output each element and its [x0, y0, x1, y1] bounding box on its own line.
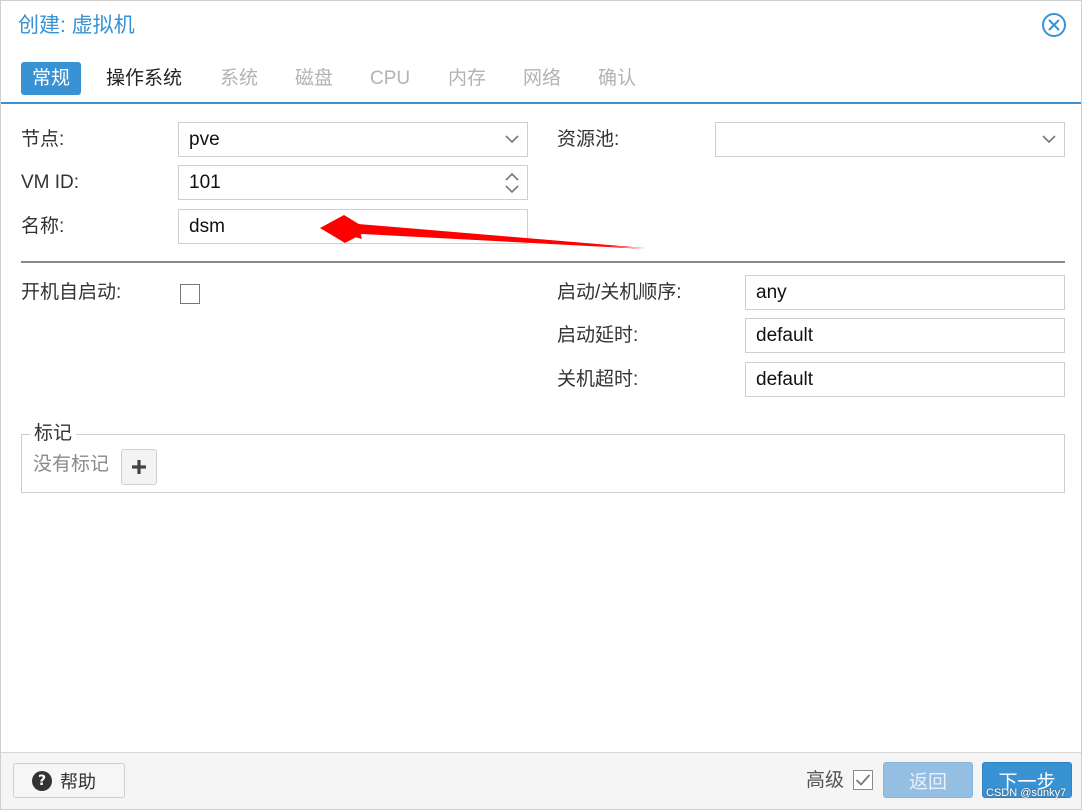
- chevron-down-icon[interactable]: [505, 123, 519, 156]
- name-input[interactable]: dsm: [178, 209, 528, 244]
- onboot-label: 开机自启动:: [21, 282, 122, 303]
- shutdown-timeout-value: default: [756, 369, 814, 390]
- general-panel: 节点: pve 资源池: VM ID: 101 名称: dsm 开机自启动: 启…: [5, 104, 1080, 752]
- onboot-checkbox[interactable]: [180, 284, 200, 304]
- dialog-title: 创建: 虚拟机: [18, 14, 135, 37]
- startup-delay-value: default: [756, 325, 814, 346]
- dialog-titlebar: 创建: 虚拟机: [1, 1, 1081, 51]
- tab-network[interactable]: 网络: [513, 62, 571, 95]
- shutdown-timeout-label: 关机超时:: [557, 369, 639, 390]
- tab-system[interactable]: 系统: [210, 62, 268, 95]
- add-tag-button[interactable]: [121, 449, 157, 485]
- create-vm-dialog: 创建: 虚拟机 常规 操作系统 系统 磁盘 CPU 内存 网络 确认 节点: p…: [0, 0, 1082, 810]
- tab-general[interactable]: 常规: [21, 62, 81, 95]
- vmid-spinner[interactable]: 101: [178, 165, 528, 200]
- node-label: 节点:: [21, 129, 65, 150]
- tags-legend: 标记: [30, 422, 77, 446]
- name-label: 名称:: [21, 216, 65, 237]
- plus-icon: [132, 460, 146, 474]
- shutdown-timeout-input[interactable]: default: [745, 362, 1065, 397]
- tab-cpu[interactable]: CPU: [360, 62, 420, 95]
- wizard-tabbar: 常规 操作系统 系统 磁盘 CPU 内存 网络 确认: [1, 56, 1081, 104]
- help-button[interactable]: ? 帮助: [13, 763, 125, 798]
- vmid-value: 101: [189, 172, 221, 193]
- node-combobox[interactable]: pve: [178, 122, 528, 157]
- tags-fieldset: 标记 没有标记: [21, 422, 1065, 493]
- tab-os[interactable]: 操作系统: [96, 62, 192, 95]
- question-icon: ?: [32, 770, 52, 791]
- name-value: dsm: [189, 216, 225, 237]
- startup-delay-input[interactable]: default: [745, 318, 1065, 353]
- resource-pool-label: 资源池:: [557, 129, 620, 150]
- close-icon[interactable]: [1042, 13, 1066, 37]
- watermark: CSDN @sunky7: [986, 787, 1067, 799]
- node-value: pve: [189, 129, 220, 150]
- checkmark-icon: [855, 774, 871, 786]
- help-label: 帮助: [60, 771, 96, 792]
- back-button[interactable]: 返回: [883, 762, 973, 798]
- tab-confirm[interactable]: 确认: [588, 62, 646, 95]
- resource-pool-combobox[interactable]: [715, 122, 1065, 157]
- startup-order-value: any: [756, 282, 787, 303]
- section-divider: [21, 261, 1065, 263]
- advanced-label: 高级: [806, 770, 845, 791]
- tab-memory[interactable]: 内存: [438, 62, 496, 95]
- chevron-down-icon[interactable]: [1042, 123, 1056, 156]
- tags-empty-text: 没有标记: [33, 454, 110, 475]
- tab-disks[interactable]: 磁盘: [285, 62, 343, 95]
- startup-order-label: 启动/关机顺序:: [557, 282, 682, 303]
- startup-order-input[interactable]: any: [745, 275, 1065, 310]
- vmid-label: VM ID:: [21, 172, 80, 193]
- spinner-arrows-icon[interactable]: [505, 166, 519, 199]
- advanced-checkbox[interactable]: [853, 770, 873, 790]
- startup-delay-label: 启动延时:: [557, 325, 639, 346]
- dialog-footer: ? 帮助 高级 返回 下一步: [1, 752, 1081, 809]
